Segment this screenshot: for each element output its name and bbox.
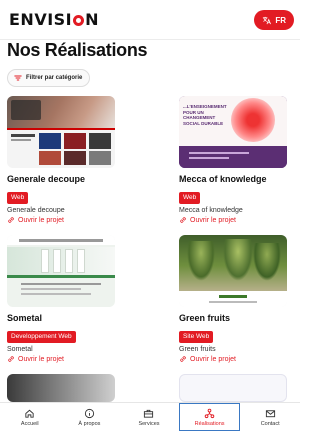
open-project-link[interactable]: Ouvrir le projet <box>179 355 287 363</box>
project-title: Mecca of knowledge <box>179 174 267 184</box>
project-tag: Site Web <box>179 331 214 343</box>
project-thumbnail-partial[interactable] <box>179 374 287 402</box>
filter-icon <box>14 75 22 81</box>
nav-realisations[interactable]: Réalisations <box>178 403 241 431</box>
language-label: FR <box>275 15 286 25</box>
project-thumbnail[interactable] <box>7 96 115 168</box>
briefcase-icon <box>144 409 154 418</box>
open-project-link[interactable]: Ouvrir le projet <box>7 355 115 363</box>
language-button[interactable]: FR <box>254 10 294 30</box>
project-thumbnail[interactable] <box>179 235 287 307</box>
project-title: Sometal <box>7 313 43 323</box>
project-subtitle: Generale decoupe <box>7 207 65 214</box>
mecca-thumb-text: ...L'ENSEIGNEMENT POUR UN CHANGEMENT SOC… <box>183 104 227 126</box>
project-card-sometal[interactable]: Sometal Developpement Web Sometal Ouvrir… <box>7 235 115 363</box>
top-bar: ENVISI N FR <box>0 0 300 40</box>
project-tag: Web <box>7 192 29 204</box>
link-icon <box>8 356 14 362</box>
project-thumbnail-partial[interactable] <box>7 374 115 402</box>
project-card-mecca-of-knowledge[interactable]: ...L'ENSEIGNEMENT POUR UN CHANGEMENT SOC… <box>179 96 287 224</box>
open-project-link[interactable]: Ouvrir le projet <box>7 216 115 224</box>
project-title: Generale decoupe <box>7 174 86 184</box>
open-project-link[interactable]: Ouvrir le projet <box>179 216 287 224</box>
project-card-generale-decoupe[interactable]: Generale decoupe Web Generale decoupe Ou… <box>7 96 115 224</box>
project-thumbnail[interactable]: ...L'ENSEIGNEMENT POUR UN CHANGEMENT SOC… <box>179 96 287 168</box>
link-icon <box>180 356 186 362</box>
project-title: Green fruits <box>179 313 231 323</box>
home-icon <box>25 409 34 418</box>
logo-dot-icon <box>73 15 85 26</box>
link-icon <box>8 217 14 223</box>
filter-button[interactable]: Filtrer par catégorie <box>7 69 90 87</box>
project-subtitle: Sometal <box>7 346 33 353</box>
translate-icon <box>263 16 272 24</box>
page-title: Nos Réalisations <box>7 40 148 60</box>
mail-icon <box>265 409 275 417</box>
envision-logo[interactable]: ENVISI N <box>9 10 99 30</box>
project-card-green-fruits[interactable]: Green fruits Site Web Green fruits Ouvri… <box>179 235 287 363</box>
nav-contact[interactable]: Contact <box>240 403 300 431</box>
network-icon <box>204 408 215 418</box>
project-subtitle: Mecca of knowledge <box>179 207 243 214</box>
bottom-navigation: Accueil À propos Services Réalisations C… <box>0 402 300 431</box>
nav-services[interactable]: Services <box>119 403 179 431</box>
filter-label: Filtrer par catégorie <box>26 75 83 81</box>
project-tag: Developpement Web <box>7 331 76 343</box>
link-icon <box>180 217 186 223</box>
project-thumbnail[interactable] <box>7 235 115 307</box>
nav-accueil[interactable]: Accueil <box>0 403 60 431</box>
project-tag: Web <box>179 192 201 204</box>
info-icon <box>84 408 94 418</box>
nav-a-propos[interactable]: À propos <box>60 403 120 431</box>
project-subtitle: Green fruits <box>179 346 216 353</box>
